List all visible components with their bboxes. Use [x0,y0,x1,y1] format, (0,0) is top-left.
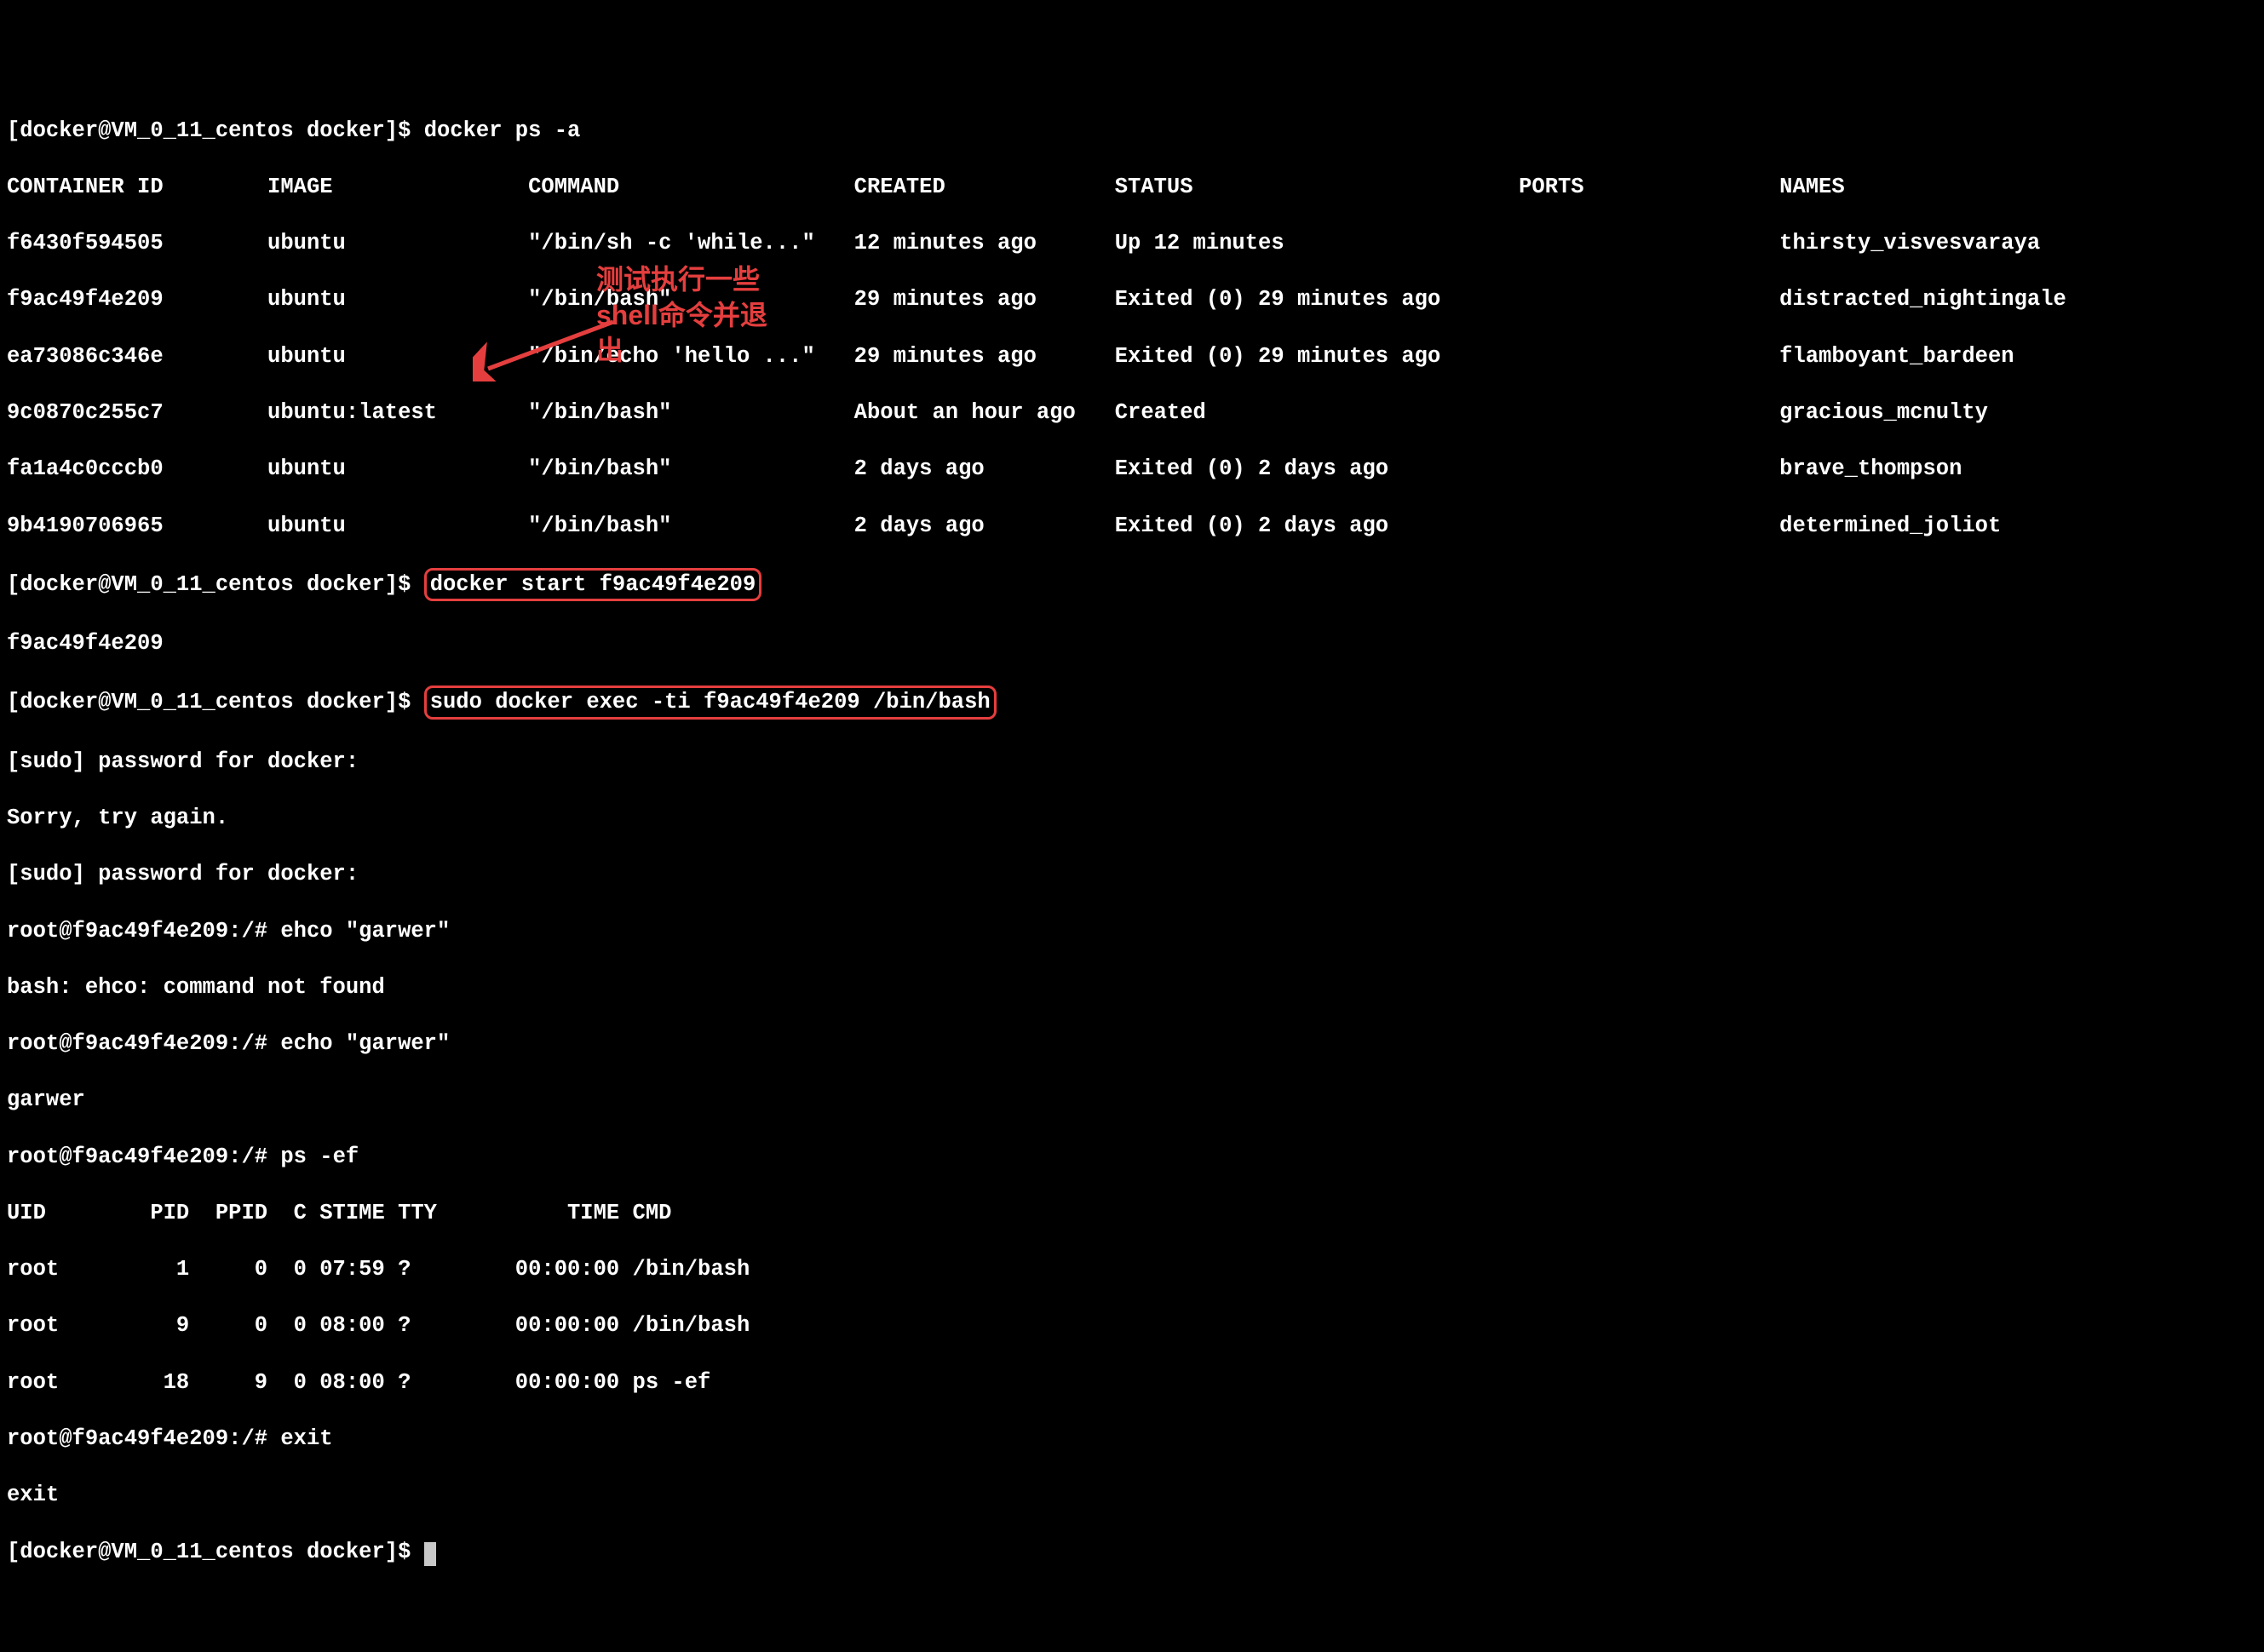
prompt: [docker@VM_0_11_centos docker]$ [7,118,424,143]
table-row: fa1a4c0cccb0 ubuntu "/bin/bash" 2 days a… [7,455,2257,483]
ps-row: root 1 0 0 07:59 ? 00:00:00 /bin/bash [7,1255,2257,1283]
prompt: [docker@VM_0_11_centos docker]$ [7,572,424,597]
container-prompt: root@f9ac49f4e209:/# [7,919,280,944]
cmd-line: [docker@VM_0_11_centos docker]$ sudo doc… [7,685,2257,719]
sudo-prompt: [sudo] password for docker: [7,860,2257,888]
error-line: bash: ehco: command not found [7,973,2257,1001]
ps-row: root 18 9 0 08:00 ? 00:00:00 ps -ef [7,1368,2257,1397]
command-text: docker ps -a [424,118,581,143]
command-text: exit [280,1426,332,1451]
table-row: f6430f594505 ubuntu "/bin/sh -c 'while..… [7,229,2257,257]
command-text: ehco "garwer" [280,919,450,944]
table-row: 9c0870c255c7 ubuntu:latest "/bin/bash" A… [7,399,2257,427]
command-text: ps -ef [280,1144,359,1169]
annotation-text: 测试执行一些shell命令并退出 [596,262,784,369]
cmd-line: [docker@VM_0_11_centos docker]$ docker p… [7,117,2257,145]
prompt: [docker@VM_0_11_centos docker]$ [7,690,424,714]
table-header: CONTAINER ID IMAGE COMMAND CREATED STATU… [7,173,2257,201]
prompt: [docker@VM_0_11_centos docker]$ [7,1540,424,1564]
cmd-line: root@f9ac49f4e209:/# ehco "garwer" [7,917,2257,945]
container-prompt: root@f9ac49f4e209:/# [7,1031,280,1056]
table-row: f9ac49f4e209 ubuntu "/bin/bash" 29 minut… [7,285,2257,313]
table-row: ea73086c346e ubuntu "/bin/echo 'hello ..… [7,342,2257,370]
cmd-line: root@f9ac49f4e209:/# ps -ef [7,1143,2257,1171]
output-line: exit [7,1481,2257,1509]
sudo-prompt: [sudo] password for docker: [7,748,2257,776]
cmd-line: root@f9ac49f4e209:/# echo "garwer" [7,1030,2257,1058]
highlighted-command: docker start f9ac49f4e209 [424,568,762,601]
cmd-line[interactable]: [docker@VM_0_11_centos docker]$ [7,1538,2257,1566]
table-row: 9b4190706965 ubuntu "/bin/bash" 2 days a… [7,512,2257,540]
output-line: garwer [7,1086,2257,1114]
ps-row: root 9 0 0 08:00 ? 00:00:00 /bin/bash [7,1311,2257,1339]
highlighted-command: sudo docker exec -ti f9ac49f4e209 /bin/b… [424,685,997,719]
command-text: echo "garwer" [280,1031,450,1056]
container-prompt: root@f9ac49f4e209:/# [7,1426,280,1451]
output-line: Sorry, try again. [7,804,2257,832]
ps-header: UID PID PPID C STIME TTY TIME CMD [7,1199,2257,1227]
container-prompt: root@f9ac49f4e209:/# [7,1144,280,1169]
cmd-line: [docker@VM_0_11_centos docker]$ docker s… [7,568,2257,601]
output-line: f9ac49f4e209 [7,629,2257,657]
cursor [424,1542,436,1566]
cmd-line: root@f9ac49f4e209:/# exit [7,1425,2257,1453]
